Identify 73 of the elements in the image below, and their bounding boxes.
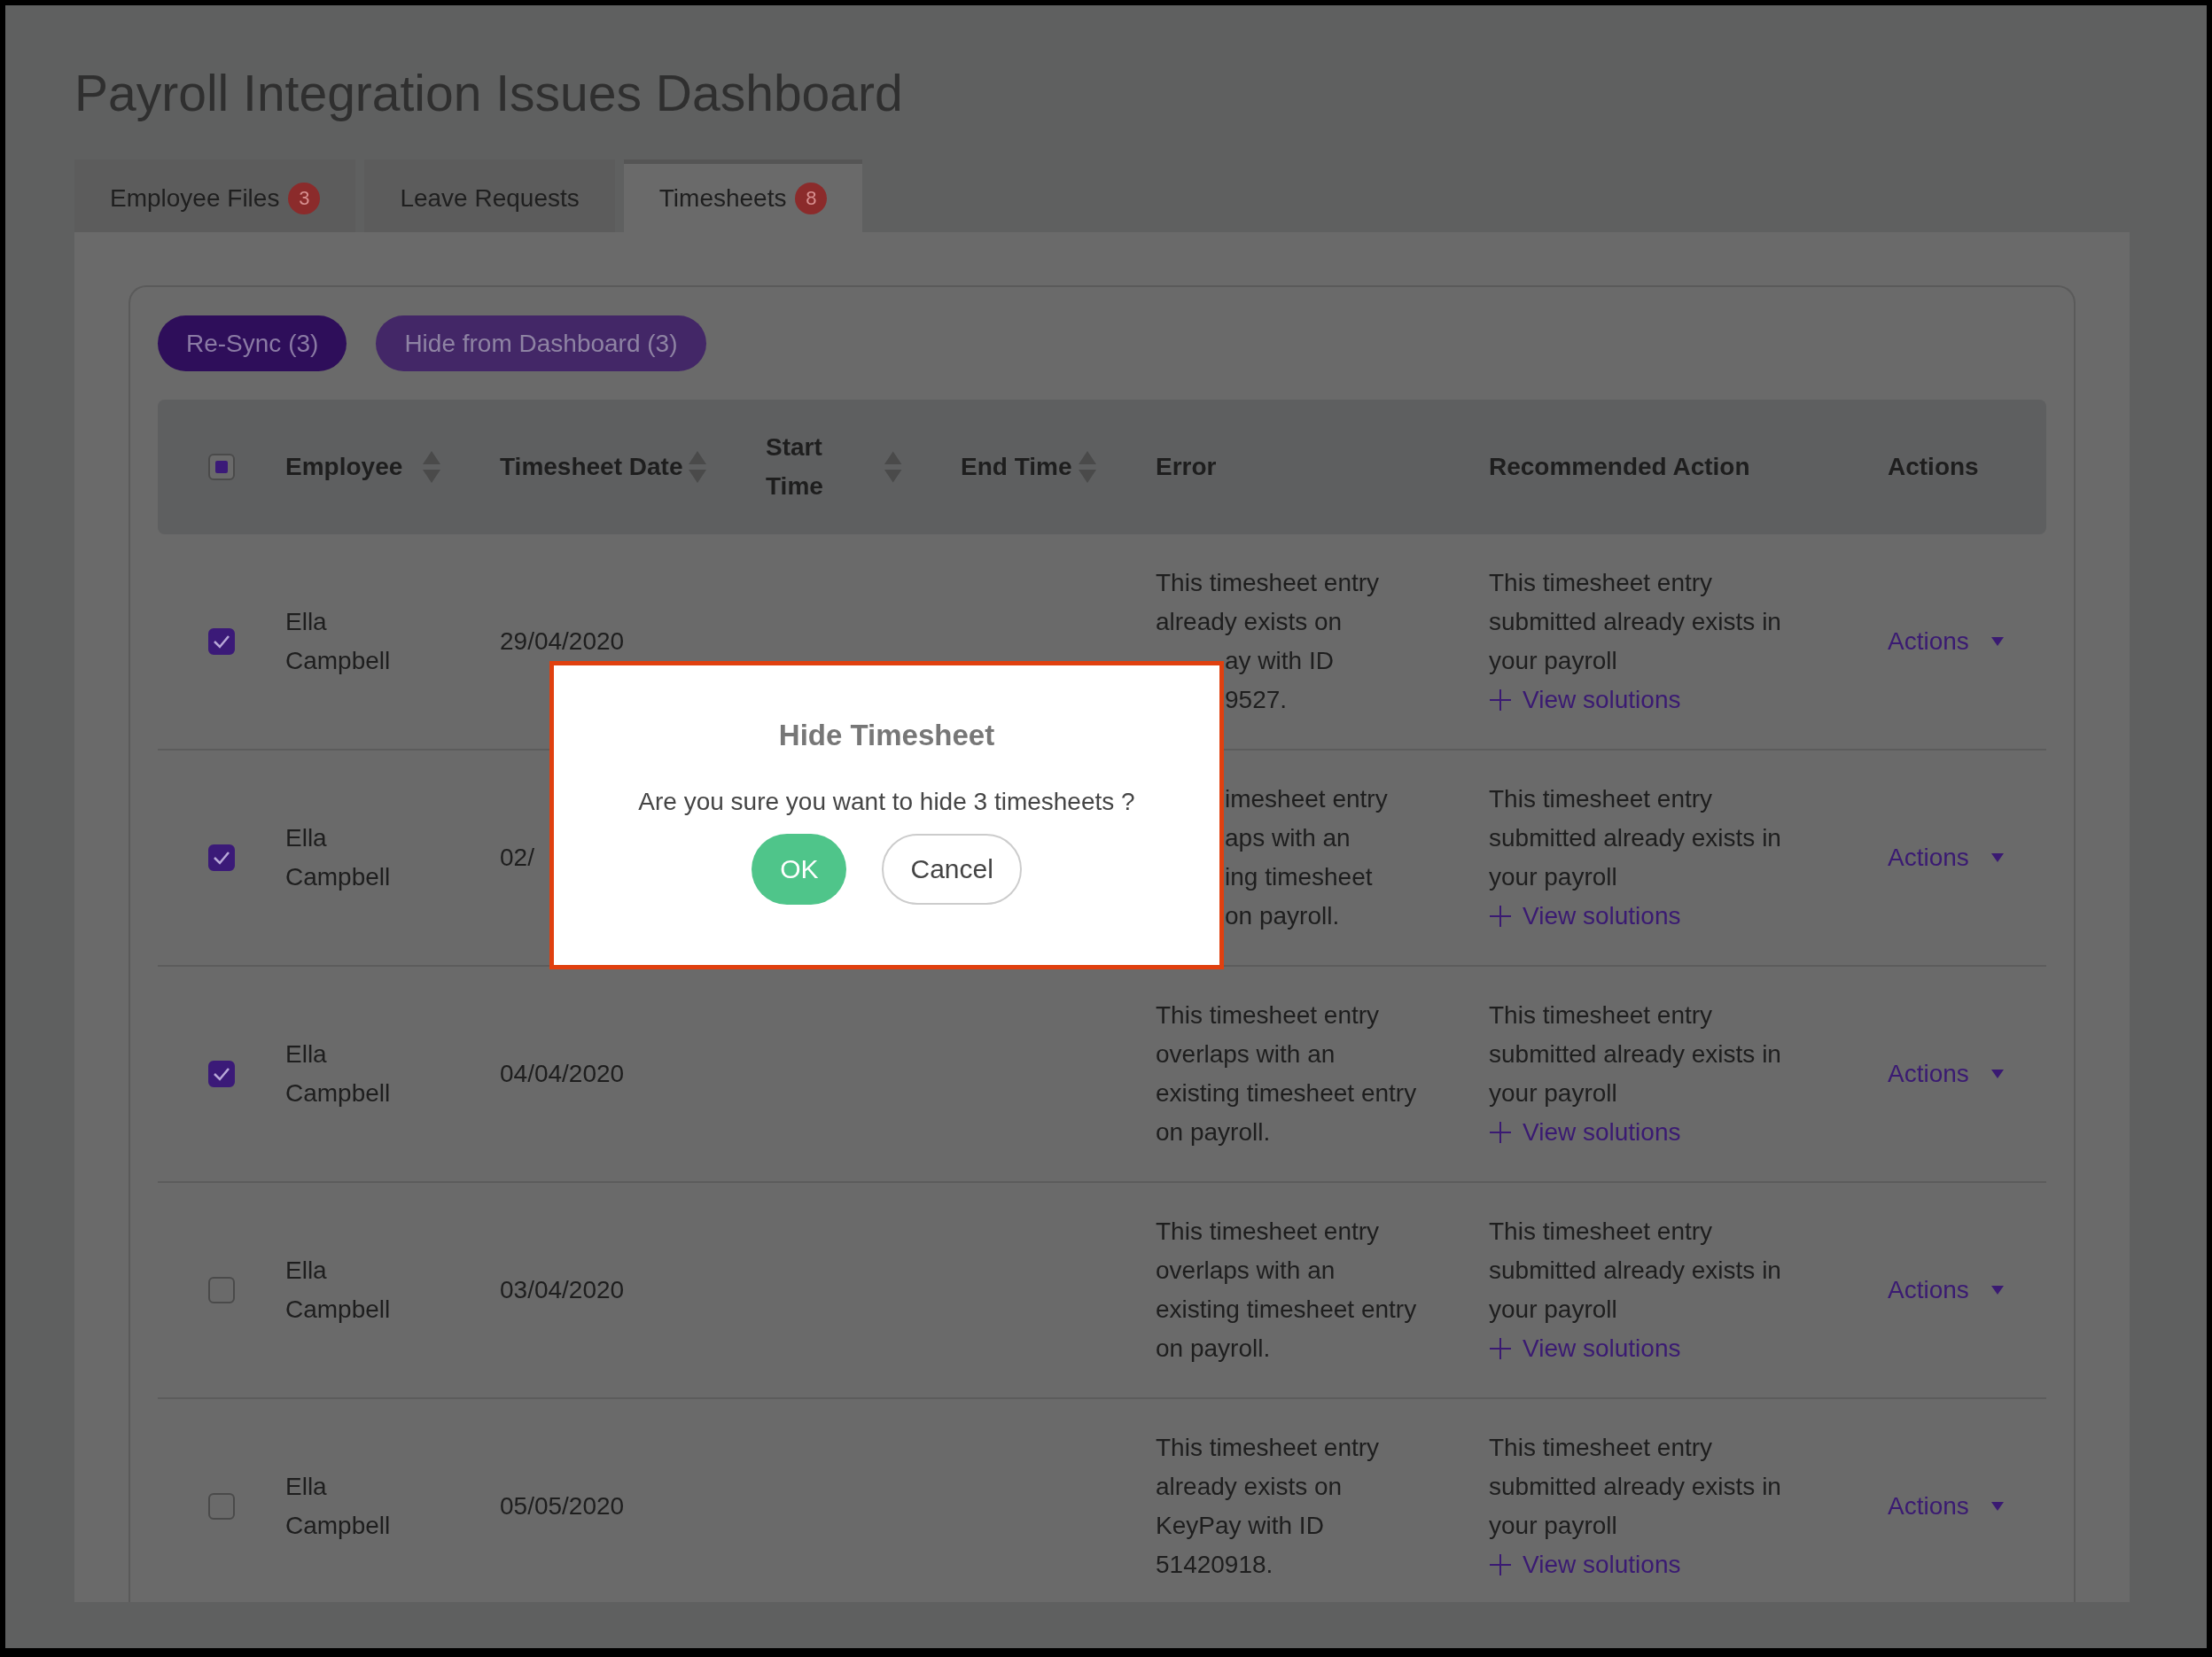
column-header: Start Time [766, 432, 824, 502]
date-text: 05/05/2020 [500, 1494, 626, 1519]
employee-name: Ella Campbell [285, 1256, 392, 1325]
column-header: Timesheet Date [500, 452, 683, 482]
checkbox[interactable] [208, 1061, 235, 1087]
check-icon [213, 851, 230, 865]
view-solutions-link[interactable]: View solutions [1489, 681, 1681, 720]
recommendation-text: This timesheet entry submitted already exists in your payroll [1489, 1217, 1782, 1325]
plus-icon [1489, 1553, 1512, 1576]
resync-button[interactable]: Re-Sync (3) [158, 315, 347, 371]
caret-icon [1990, 1285, 2005, 1295]
actions-dropdown[interactable]: Actions [1888, 622, 2005, 661]
column-header: Employee [285, 452, 403, 482]
error-text: This timesheet entry overlaps with an existing timesheet entry on payroll. [1156, 1217, 1418, 1364]
employee-name: Ella Campbell [285, 1472, 392, 1541]
actions-dropdown[interactable]: Actions [1888, 1487, 2005, 1526]
checkbox[interactable] [208, 1277, 235, 1303]
checkbox[interactable] [208, 1493, 235, 1520]
tab[interactable]: Timesheets 8 [623, 159, 863, 232]
column-header: Recommended Action [1489, 452, 1750, 482]
error-text: This timesheet entry already exists on KeyPay with ID 51420918. [1156, 1433, 1381, 1580]
checkbox[interactable] [208, 844, 235, 871]
count-badge: 8 [795, 182, 828, 214]
employee-name: Ella Campbell [285, 1039, 392, 1109]
checkbox[interactable] [208, 454, 235, 480]
actions-dropdown[interactable]: Actions [1888, 838, 2005, 877]
error-text: already exists on [1156, 607, 1344, 637]
error-text: This timesheet entry [1156, 568, 1381, 598]
plus-icon [1489, 1121, 1512, 1144]
recommendation-text: This timesheet entry submitted already exists in your payroll [1489, 568, 1782, 676]
column-header: End Time [961, 452, 1072, 482]
recommendation-text: This timesheet entry submitted already exists in your payroll [1489, 1000, 1782, 1109]
hide-button[interactable]: Hide from Dashboard (3) [376, 315, 706, 371]
view-solutions-link[interactable]: View solutions [1489, 1113, 1681, 1152]
column-header: Error [1156, 452, 1217, 482]
error-text: 9527. [1224, 685, 1289, 715]
error-text: imesheet entry [1224, 784, 1389, 814]
error-text: This timesheet entry overlaps with an existing timesheet entry on payroll. [1156, 1000, 1418, 1147]
tab[interactable]: Leave Requests [364, 159, 615, 232]
error-text: aps with an [1224, 823, 1351, 853]
dialog-title: Hide Timesheet [778, 719, 995, 752]
plus-icon [1489, 1337, 1512, 1360]
plus-icon [1489, 688, 1512, 712]
view-solutions-link[interactable]: View solutions [1489, 897, 1681, 936]
actions-dropdown[interactable]: Actions [1888, 1271, 2005, 1310]
count-badge: 3 [288, 182, 321, 214]
ok-button[interactable]: OK [752, 834, 847, 905]
tab[interactable]: Employee Files 3 [74, 159, 356, 232]
view-solutions-link[interactable]: View solutions [1489, 1329, 1681, 1368]
caret-icon [1990, 636, 2005, 647]
caret-icon [1990, 1501, 2005, 1512]
date-text: 03/04/2020 [500, 1278, 626, 1303]
employee-name: Ella Campbell [285, 607, 392, 676]
error-text: ay with ID [1224, 646, 1335, 676]
error-text: on payroll. [1224, 901, 1341, 931]
check-icon [213, 1067, 230, 1081]
cancel-button[interactable]: Cancel [882, 834, 1022, 905]
actions-dropdown[interactable]: Actions [1888, 1054, 2005, 1093]
checkbox[interactable] [208, 628, 235, 655]
date-text: 04/04/2020 [500, 1062, 626, 1086]
check-icon [213, 634, 230, 649]
caret-icon [1990, 1069, 2005, 1079]
dialog-message: Are you sure you want to hide 3 timesheets ? [638, 788, 1135, 816]
recommendation-text: This timesheet entry submitted already exists in your payroll [1489, 784, 1782, 892]
employee-name: Ella Campbell [285, 823, 392, 892]
date-text: 02/ [500, 845, 535, 870]
date-text: 29/04/2020 [500, 629, 626, 654]
view-solutions-link[interactable]: View solutions [1489, 1545, 1681, 1584]
caret-icon [1990, 852, 2005, 863]
column-header: Actions [1888, 452, 1979, 482]
plus-icon [1489, 905, 1512, 928]
error-text: ing timesheet [1224, 862, 1374, 892]
recommendation-text: This timesheet entry submitted already exists in your payroll [1489, 1433, 1782, 1541]
